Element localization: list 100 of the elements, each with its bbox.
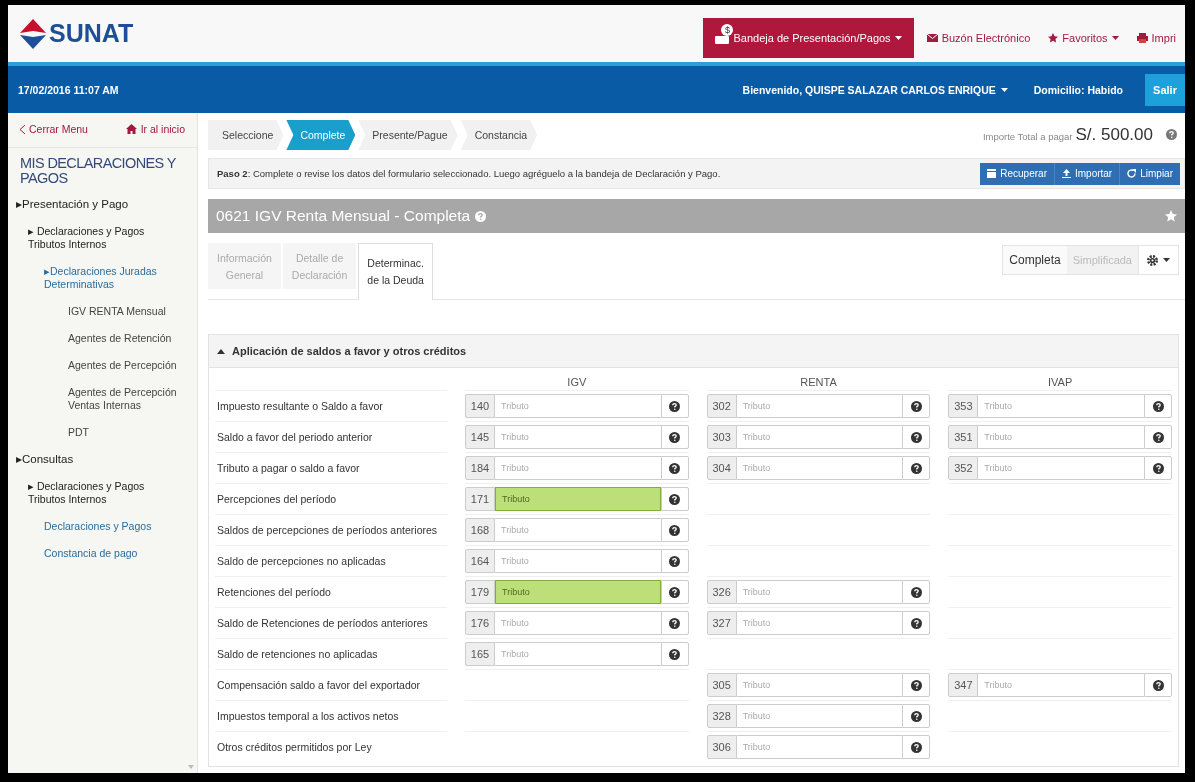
wizard-step[interactable]: Constancia xyxy=(460,120,538,150)
help-button[interactable] xyxy=(660,394,689,418)
help-button[interactable] xyxy=(1144,394,1172,418)
help-icon xyxy=(1152,462,1164,474)
field-code: 327 xyxy=(706,611,737,635)
help-icon xyxy=(910,710,922,722)
help-icon xyxy=(910,679,922,691)
menu-item[interactable]: ▸Consultas xyxy=(8,453,186,466)
help-button[interactable] xyxy=(902,673,931,697)
nav-link[interactable]: Favoritos xyxy=(1039,18,1128,58)
field-code: 165 xyxy=(465,642,495,666)
close-menu-link[interactable]: Cerrar Menu xyxy=(20,123,88,135)
help-button[interactable] xyxy=(1144,673,1172,697)
help-icon xyxy=(910,462,922,474)
menu-item[interactable]: ▸ Declaraciones y Pagos Tributos Internos xyxy=(8,225,148,251)
input-field[interactable]: Tributo xyxy=(736,673,903,697)
help-button[interactable] xyxy=(902,704,931,728)
input-field[interactable]: Tributo xyxy=(736,735,903,759)
menu-item[interactable]: Declaraciones y Pagos xyxy=(8,520,164,533)
help-button[interactable] xyxy=(660,549,689,573)
help-button[interactable] xyxy=(902,611,931,635)
input-field[interactable]: Tributo xyxy=(495,580,661,604)
wizard-step[interactable]: Presente/Pague xyxy=(358,120,458,150)
menu-item[interactable]: IGV RENTA Mensual xyxy=(8,305,178,318)
menu-item[interactable]: ▸Presentación y Pago xyxy=(8,198,186,211)
help-button[interactable] xyxy=(1144,425,1172,449)
wizard-step[interactable]: Seleccione xyxy=(208,120,284,150)
help-icon xyxy=(669,555,681,567)
help-icon xyxy=(910,586,922,598)
field-code: 145 xyxy=(465,425,495,449)
menu-item[interactable]: Agentes de Retención xyxy=(8,332,178,345)
section-header[interactable]: Aplicación de saldos a favor y otros créditos xyxy=(209,335,1178,368)
help-button[interactable] xyxy=(660,611,689,635)
help-icon xyxy=(669,400,681,412)
input-field[interactable]: Tributo xyxy=(736,580,903,604)
field-code: 352 xyxy=(948,456,979,480)
field-code: 353 xyxy=(948,394,979,418)
input-field[interactable]: Tributo xyxy=(736,611,903,635)
row-label: Compensación saldo a favor del exportador xyxy=(215,669,447,700)
help-icon xyxy=(910,431,922,443)
nav-link[interactable]: $ Bandeja de Presentación/Pagos xyxy=(703,18,914,58)
help-button[interactable] xyxy=(902,456,931,480)
menu-item[interactable]: Agentes de Percepción xyxy=(8,359,178,372)
menu-item[interactable]: ▸ Declaraciones y Pagos Tributos Internos xyxy=(8,480,148,506)
help-button[interactable] xyxy=(1144,456,1172,480)
field-code: 171 xyxy=(465,487,495,511)
date-time: 17/02/2016 11:07 AM xyxy=(18,83,119,96)
help-button[interactable] xyxy=(902,580,931,604)
help-button[interactable] xyxy=(660,425,689,449)
input-field[interactable]: Tributo xyxy=(978,456,1144,480)
help-button[interactable] xyxy=(902,394,931,418)
calendar-icon xyxy=(987,169,997,178)
input-field[interactable]: Tributo xyxy=(495,642,661,666)
help-button[interactable] xyxy=(660,456,689,480)
input-field[interactable]: Tributo xyxy=(495,611,661,635)
input-field[interactable]: Tributo xyxy=(978,425,1144,449)
input-field[interactable]: Tributo xyxy=(495,394,661,418)
input-field[interactable]: Tributo xyxy=(495,549,661,573)
menu-item[interactable]: PDT xyxy=(8,426,178,439)
input-field[interactable]: Tributo xyxy=(495,425,661,449)
row-label: Impuesto resultante o Saldo a favor xyxy=(215,390,447,421)
help-button[interactable] xyxy=(660,518,689,542)
badge: $ xyxy=(721,24,734,36)
help-button[interactable] xyxy=(660,487,689,511)
field-code: 305 xyxy=(706,673,737,697)
help-button[interactable] xyxy=(660,580,689,604)
tab[interactable]: Determinac. de la Deuda xyxy=(358,243,433,300)
home-link[interactable]: Ir al inicio xyxy=(125,123,185,135)
input-field[interactable]: Tributo xyxy=(495,487,661,511)
help-icon xyxy=(669,648,681,660)
caret-icon xyxy=(1000,87,1008,92)
input-field[interactable]: Tributo xyxy=(736,456,903,480)
help-icon xyxy=(669,524,681,536)
menu-item[interactable]: Agentes de Percepción Ventas Internas xyxy=(8,386,178,412)
scroll-arrow-icon xyxy=(188,765,194,769)
help-button[interactable] xyxy=(902,735,931,759)
input-field[interactable]: Tributo xyxy=(736,425,903,449)
input-field[interactable]: Tributo xyxy=(736,704,903,728)
input-field[interactable]: Tributo xyxy=(978,394,1144,418)
action-button[interactable]: Recuperar xyxy=(980,162,1055,185)
total-label: Importe Total a pagar xyxy=(982,131,1073,142)
field-code: 184 xyxy=(465,456,495,480)
user-menu[interactable]: Bienvenido, QUISPE SALAZAR CARLOS ENRIQUE xyxy=(742,83,1008,96)
nav-link[interactable]: Impri xyxy=(1127,18,1185,58)
menu-item[interactable]: Constancia de pago xyxy=(8,547,164,560)
help-button[interactable] xyxy=(902,425,931,449)
help-button[interactable] xyxy=(660,642,689,666)
nav-link[interactable]: Buzón Electrónico xyxy=(917,18,1040,58)
help-icon xyxy=(1152,431,1164,443)
input-field[interactable]: Tributo xyxy=(736,394,903,418)
mode-toggle[interactable]: Completa xyxy=(1003,246,1067,274)
help-icon xyxy=(1152,679,1164,691)
logo-text: SUNAT xyxy=(49,19,134,48)
input-field[interactable]: Tributo xyxy=(495,518,661,542)
input-field[interactable]: Tributo xyxy=(978,673,1144,697)
caret-icon xyxy=(1163,258,1170,262)
input-field[interactable]: Tributo xyxy=(495,456,661,480)
menu-item[interactable]: ▸Declaraciones Juradas Determinativas xyxy=(8,265,164,291)
field-code: 326 xyxy=(706,580,737,604)
row-label: Saldo a favor del periodo anterior xyxy=(215,421,447,452)
